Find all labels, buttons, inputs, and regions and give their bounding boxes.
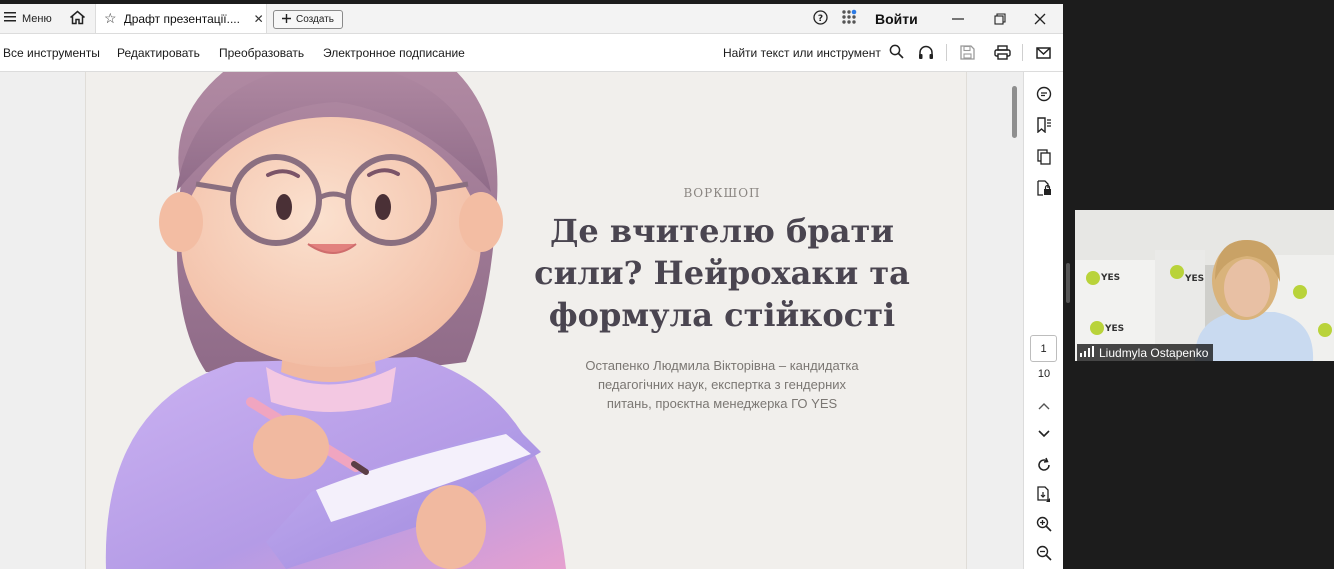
page-thumbnails-icon[interactable] [1024, 147, 1063, 167]
menu-e-sign[interactable]: Электронное подписание [323, 34, 465, 71]
right-tools-rail: 1 10 [1023, 72, 1063, 569]
headline-line: сили? Нейрохаки та [534, 254, 910, 292]
read-aloud-headphones-icon[interactable] [918, 34, 934, 71]
page-extract-icon[interactable] [1024, 484, 1063, 504]
slide-kicker: ВОРКШОП [683, 186, 761, 200]
plus-icon [282, 13, 291, 26]
search-icon [889, 44, 904, 62]
help-button[interactable]: ? [813, 4, 828, 33]
previous-page-icon[interactable] [1024, 396, 1063, 416]
slide-author-info: Остапенко Людмила Вікторівна – кандидатк… [557, 356, 887, 413]
signal-strength-icon [1080, 345, 1094, 360]
box-label: YES [1101, 273, 1121, 283]
rotate-icon[interactable] [1024, 455, 1063, 475]
box-label: YES [1185, 274, 1205, 284]
tab-title: Драфт презентації.... [123, 11, 240, 26]
help-icon: ? [813, 9, 828, 28]
print-icon[interactable] [994, 34, 1011, 71]
window-close-icon[interactable] [1034, 4, 1046, 33]
participant-name-label: Liudmyla Ostapenko [1077, 344, 1214, 361]
bookmark-icon[interactable] [1024, 115, 1063, 135]
author-line: питань, проєктна менеджерка ГО YES [606, 396, 838, 411]
menu-label: Меню [22, 12, 52, 25]
toolbar-separator [946, 44, 947, 61]
acrobat-window: Меню ☆ Драфт презентації.... ✕ Создать ? [0, 0, 1063, 569]
current-page-input[interactable]: 1 [1030, 335, 1057, 362]
headline-line: формула стійкості [548, 296, 896, 334]
create-button[interactable]: Создать [273, 10, 344, 29]
main-toolbar: Все инструменты Редактировать Преобразов… [0, 34, 1063, 72]
video-participant-tile[interactable]: YES YES YES [1075, 210, 1334, 361]
participant-name: Liudmyla Ostapenko [1099, 345, 1209, 360]
total-pages: 10 [1037, 368, 1051, 380]
create-label: Создать [296, 14, 335, 25]
title-bar: Меню ☆ Драфт презентації.... ✕ Создать ? [0, 0, 1063, 34]
save-icon[interactable] [960, 34, 975, 71]
menu-edit[interactable]: Редактировать [117, 34, 200, 71]
menu-convert[interactable]: Преобразовать [219, 34, 304, 71]
slide-headline: Де вчителю брати сили? Нейрохаки та форм… [517, 210, 927, 336]
participant-video-frame [1075, 210, 1334, 361]
menu-button[interactable]: Меню [4, 4, 52, 33]
find-tool-search[interactable]: Найти текст или инструмент [723, 34, 904, 71]
svg-text:?: ? [818, 14, 823, 24]
login-button[interactable]: Войти [875, 4, 918, 33]
find-label: Найти текст или инструмент [723, 45, 881, 60]
comment-icon[interactable] [1024, 84, 1063, 104]
zoom-out-icon[interactable] [1024, 543, 1063, 563]
home-button[interactable] [66, 4, 88, 33]
headline-line: Де вчителю брати [549, 212, 895, 250]
pdf-page: ВОРКШОП Де вчителю брати сили? Нейрохаки… [85, 72, 967, 569]
minimize-icon[interactable] [952, 4, 964, 33]
email-icon[interactable] [1036, 34, 1051, 71]
box-label: YES [1105, 324, 1125, 334]
vertical-scrollbar[interactable] [1012, 86, 1017, 138]
author-line: Остапенко Людмила Вікторівна – кандидатк… [585, 358, 859, 373]
author-line: педагогічних наук, експертка з гендерних [597, 377, 847, 392]
hamburger-icon [4, 12, 16, 25]
zoom-in-icon[interactable] [1024, 514, 1063, 534]
home-icon [69, 10, 86, 28]
apps-grid-icon [841, 9, 857, 28]
file-security-icon[interactable] [1024, 178, 1063, 198]
document-viewport[interactable]: ВОРКШОП Де вчителю брати сили? Нейрохаки… [0, 72, 1023, 569]
apps-button[interactable] [841, 4, 857, 33]
panel-resize-handle[interactable] [1066, 263, 1070, 303]
next-page-icon[interactable] [1024, 424, 1063, 444]
toolbar-separator [1022, 44, 1023, 61]
close-tab-icon[interactable]: ✕ [254, 12, 264, 26]
restore-icon[interactable] [994, 4, 1006, 33]
document-tab[interactable]: ☆ Драфт презентації.... ✕ [95, 4, 267, 33]
menu-all-tools[interactable]: Все инструменты [3, 34, 100, 71]
star-icon[interactable]: ☆ [104, 10, 117, 27]
